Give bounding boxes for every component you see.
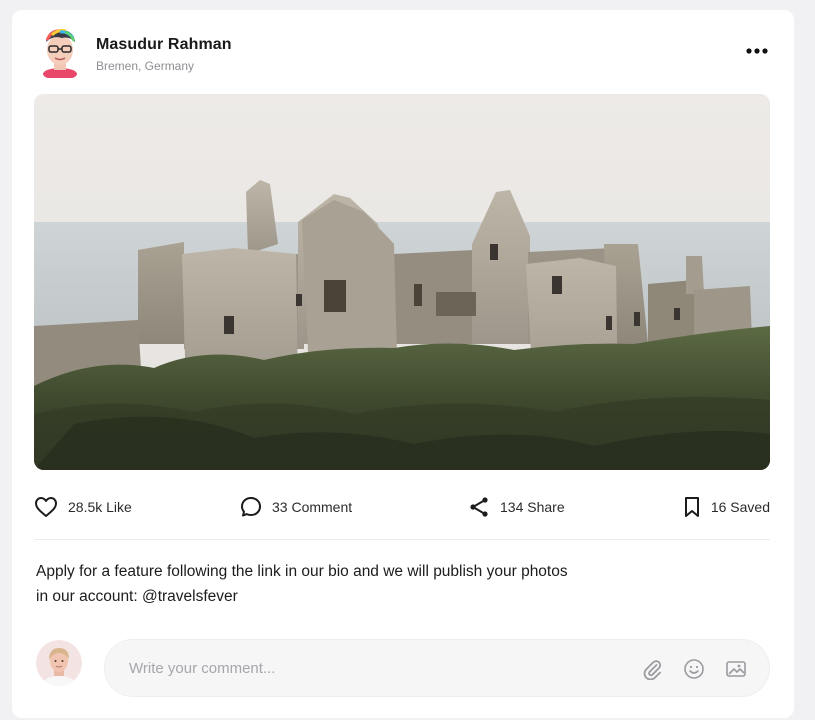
chat-bubble-icon — [241, 497, 261, 517]
caption-line-1: Apply for a feature following the link i… — [36, 563, 568, 580]
paperclip-icon — [643, 660, 662, 680]
share-button[interactable]: 134 Share — [468, 492, 565, 522]
caption-line-2: in our account: @travelsfever — [36, 588, 238, 605]
castle-ruins-photo — [34, 94, 770, 470]
heart-icon — [35, 497, 57, 517]
author-location: Bremen, Germany — [96, 59, 195, 73]
more-horizontal-icon — [746, 48, 768, 54]
share-count-label: 134 Share — [500, 499, 565, 515]
attach-button[interactable] — [639, 656, 665, 682]
memoji-avatar-icon — [43, 29, 77, 80]
like-count-label: 28.5k Like — [68, 499, 132, 515]
post-header: Masudur Rahman Bremen, Germany — [12, 10, 794, 92]
author-avatar[interactable] — [38, 26, 82, 80]
more-options-button[interactable] — [740, 40, 774, 62]
divider — [34, 539, 770, 540]
post-card: Masudur Rahman Bremen, Germany 28.5k Lik… — [12, 10, 794, 718]
comment-button[interactable]: 33 Comment — [240, 492, 352, 522]
comment-input[interactable] — [129, 640, 609, 696]
current-user-avatar[interactable] — [36, 640, 82, 686]
bookmark-icon — [684, 497, 699, 517]
smiley-icon — [684, 659, 704, 679]
post-photo[interactable] — [34, 94, 770, 470]
comment-box — [104, 639, 770, 697]
post-caption: Apply for a feature following the link i… — [36, 559, 656, 609]
post-actions: 28.5k Like 33 Comment 134 Share 16 Saved — [34, 492, 770, 522]
user-avatar-icon — [36, 640, 82, 686]
image-icon — [726, 661, 746, 677]
image-upload-button[interactable] — [723, 656, 749, 682]
save-button[interactable]: 16 Saved — [683, 492, 770, 522]
comment-count-label: 33 Comment — [272, 499, 353, 515]
like-button[interactable]: 28.5k Like — [34, 492, 132, 522]
author-name[interactable]: Masudur Rahman — [96, 36, 232, 54]
share-icon — [470, 497, 488, 517]
emoji-button[interactable] — [681, 656, 707, 682]
saved-count-label: 16 Saved — [710, 499, 770, 515]
